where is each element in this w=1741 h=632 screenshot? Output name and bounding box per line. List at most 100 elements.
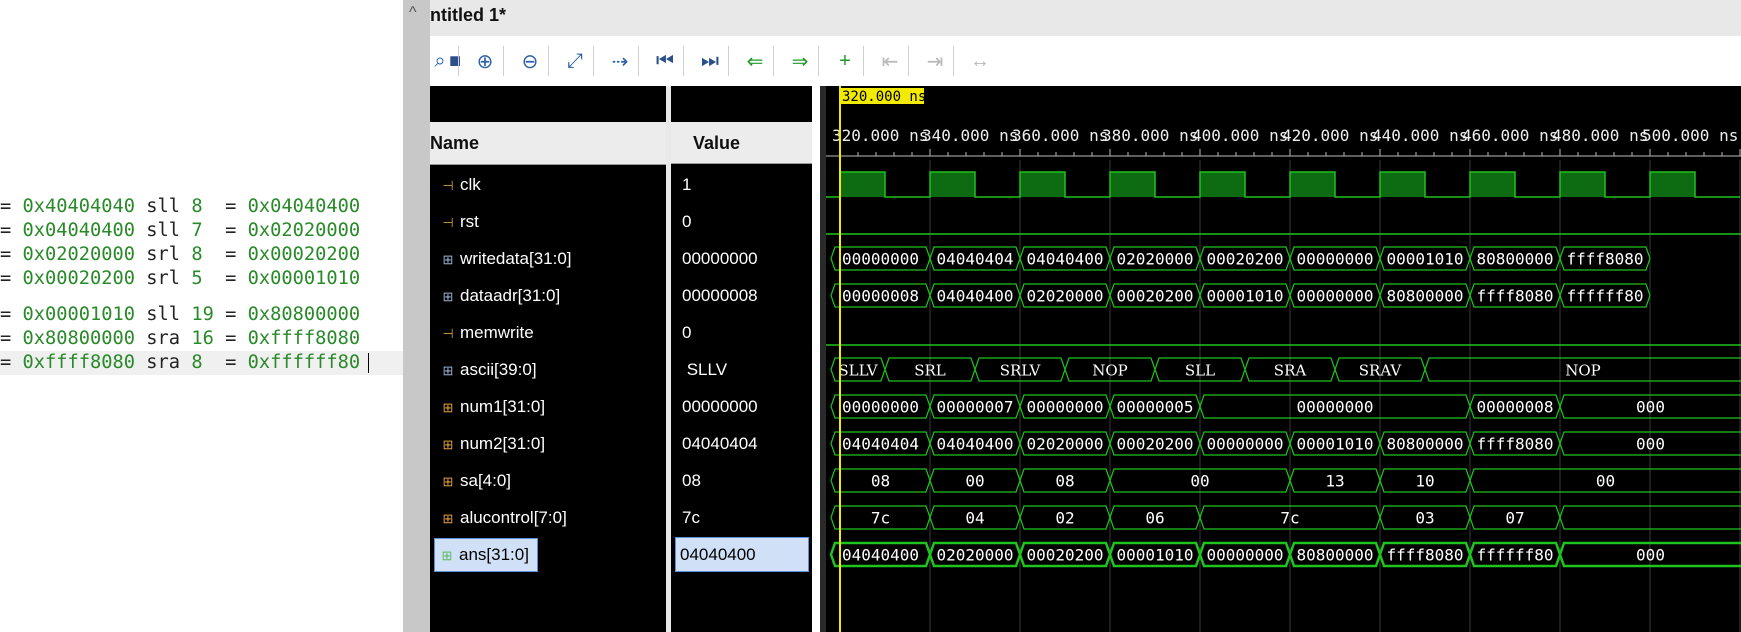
- shift-op: srl: [146, 244, 181, 265]
- bus-value-label: 00001010: [1386, 250, 1463, 269]
- clock-high-fill: [840, 172, 885, 197]
- zoom-fit-icon[interactable]: ⤢: [560, 46, 590, 76]
- bus-value-label: ffff8080: [1566, 250, 1643, 269]
- code-line[interactable]: = 0x00001010 sll 19 = 0x80800000: [0, 303, 360, 327]
- scroll-up-arrow-icon[interactable]: ^: [409, 4, 417, 22]
- toolbar-separator: [548, 46, 549, 76]
- save-icon[interactable]: ■: [440, 46, 470, 76]
- signal-value-cell[interactable]: 1: [671, 166, 812, 203]
- bit-signal-icon: ⊣: [442, 215, 454, 230]
- bus-value-label: 08: [871, 472, 890, 491]
- time-tick-label: 440.000 ns: [1372, 126, 1468, 145]
- internal-bus-icon: ⊞: [442, 437, 454, 452]
- code-line[interactable]: = 0x02020000 srl 8 = 0x00020200: [0, 243, 360, 267]
- shift-amount: 19: [191, 304, 214, 325]
- signal-name: num1[31:0]: [460, 397, 546, 416]
- shift-amount: 8: [191, 244, 214, 265]
- code-editor[interactable]: = 0x40404040 sll 8 = 0x04040400 = 0x04040…: [0, 0, 403, 632]
- name-header-label: Name: [430, 133, 480, 153]
- go-to-time-zero-icon[interactable]: ⏮: [650, 46, 680, 76]
- bus-signal-icon: ⊞: [442, 289, 454, 304]
- toolbar-separator: [773, 46, 774, 76]
- signal-row-alucontrol[interactable]: ⊞ alucontrol[7:0]: [430, 499, 666, 536]
- operand-a: 0x04040400: [22, 220, 136, 241]
- toolbar-separator: [863, 46, 864, 76]
- bus-value-label: NOP: [1565, 362, 1601, 380]
- signal-value-cell[interactable]: 7c: [671, 499, 812, 536]
- bus-value-label: 00000000: [1296, 398, 1373, 417]
- signal-value-cell[interactable]: 00000000: [671, 388, 812, 425]
- signal-value-cell[interactable]: 00000000: [671, 240, 812, 277]
- signal-value: 04040404: [682, 434, 758, 453]
- add-marker-icon[interactable]: +: [830, 46, 860, 76]
- zoom-in-icon[interactable]: ⊕: [470, 46, 500, 76]
- time-tick-label: 400.000 ns: [1192, 126, 1288, 145]
- signal-value: 04040400: [675, 537, 809, 572]
- bus-value-label: SLLV: [838, 362, 878, 380]
- shift-op: sra: [146, 352, 181, 373]
- signal-row-rst[interactable]: ⊣ rst: [430, 203, 666, 240]
- signal-name: memwrite: [460, 323, 534, 342]
- equals-sign: =: [213, 328, 248, 349]
- editor-scrollbar[interactable]: ^: [403, 0, 430, 632]
- signal-row-sa[interactable]: ⊞ sa[4:0]: [430, 462, 666, 499]
- signal-row-ascii[interactable]: ⊞ ascii[39:0]: [430, 351, 666, 388]
- signal-row-clk[interactable]: ⊣ clk: [430, 166, 666, 203]
- signal-name: num2[31:0]: [460, 434, 546, 453]
- bus-value-label: 03: [1415, 509, 1434, 528]
- signal-row-dataadr[interactable]: ⊞ dataadr[31:0]: [430, 277, 666, 314]
- signal-value-cell[interactable]: SLLV: [671, 351, 812, 388]
- bus-value-label: SRA: [1274, 362, 1307, 380]
- signal-value-cell[interactable]: 00000008: [671, 277, 812, 314]
- signal-value-cell[interactable]: 0: [671, 314, 812, 351]
- signal-name-column: Name ⊣ clk ⊣ rst ⊞ writedata[31:0] ⊞ dataadr[31…: [430, 86, 666, 632]
- bus-value-label: 04040404: [936, 250, 1013, 269]
- previous-transition-icon[interactable]: ⇐: [740, 46, 770, 76]
- code-line[interactable]: = 0x04040400 sll 7 = 0x02020000: [0, 219, 360, 243]
- cursor-label-strip: [820, 86, 1741, 118]
- code-line[interactable]: = 0x00020200 srl 5 = 0x00001010: [0, 267, 360, 291]
- operand-a: 0x40404040: [22, 196, 136, 217]
- result-value: 0xffffff80: [247, 352, 361, 373]
- signal-value-cell[interactable]: 04040404: [671, 425, 812, 462]
- bus-value-label: 02020000: [936, 546, 1013, 565]
- signal-value-cell[interactable]: 08: [671, 462, 812, 499]
- name-column-header[interactable]: Name: [430, 122, 666, 165]
- next-transition-icon[interactable]: ⇒: [785, 46, 815, 76]
- bus-value-label: SLL: [1185, 362, 1215, 380]
- equals-sign: =: [0, 244, 23, 265]
- signal-row-writedata[interactable]: ⊞ writedata[31:0]: [430, 240, 666, 277]
- code-line[interactable]: = 0x80800000 sra 16 = 0xffff8080: [0, 327, 360, 351]
- bus-value-label: 00000000: [1026, 398, 1103, 417]
- bus-value-label: 00000007: [936, 398, 1013, 417]
- bus-value-label: 02020000: [1116, 250, 1193, 269]
- pane-divider[interactable]: [812, 86, 820, 632]
- clock-high-fill: [1650, 172, 1695, 197]
- toolbar-separator: [728, 46, 729, 76]
- operand-a: 0x02020000: [22, 244, 136, 265]
- bus-value-label: 00001010: [1116, 546, 1193, 565]
- signal-row-num2[interactable]: ⊞ num2[31:0]: [430, 425, 666, 462]
- result-value: 0x04040400: [247, 196, 361, 217]
- signal-value-cell[interactable]: 0: [671, 203, 812, 240]
- code-line[interactable]: = 0x40404040 sll 8 = 0x04040400: [0, 195, 360, 219]
- signal-row-memwrite[interactable]: ⊣ memwrite: [430, 314, 666, 351]
- bus-signal-icon: ⊞: [442, 252, 454, 267]
- bus-value-label: ffffff80: [1566, 287, 1643, 306]
- value-column-header[interactable]: Value: [671, 122, 812, 164]
- result-value: 0x80800000: [247, 304, 361, 325]
- signal-row-num1[interactable]: ⊞ num1[31:0]: [430, 388, 666, 425]
- next-marker-icon: ⇥: [926, 50, 944, 73]
- bus-value-label: ffffff80: [1476, 546, 1553, 565]
- zoom-out-icon[interactable]: ⊖: [515, 46, 545, 76]
- signal-value-cell[interactable]: 04040400: [671, 536, 812, 573]
- code-line[interactable]: = 0xffff8080 sra 8 = 0xffffff80: [0, 351, 403, 375]
- go-to-last-time-icon[interactable]: ⏭: [695, 46, 725, 76]
- signal-row-ans[interactable]: ⊞ ans[31:0]: [430, 536, 666, 573]
- window-title[interactable]: ntitled 1*: [430, 5, 506, 26]
- bus-value-label: 04040400: [936, 287, 1013, 306]
- waveform-area[interactable]: 320.000 ns 340.000 ns 360.000 ns 380.000 ns…: [820, 86, 1741, 632]
- go-to-cursor-icon[interactable]: ⇢: [605, 46, 635, 76]
- bit-signal-icon: ⊣: [442, 178, 454, 193]
- waveform-canvas[interactable]: 320.000 ns340.000 ns360.000 ns380.000 ns…: [820, 86, 1741, 632]
